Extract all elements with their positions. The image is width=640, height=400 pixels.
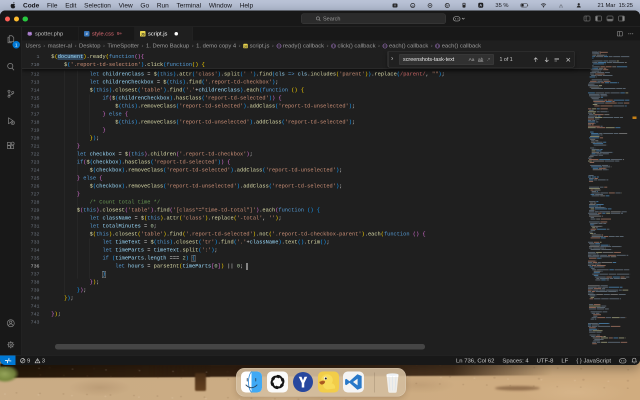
svg-text:A: A xyxy=(479,4,482,8)
svg-text:JS: JS xyxy=(141,32,145,36)
svg-text:JS: JS xyxy=(244,44,247,48)
